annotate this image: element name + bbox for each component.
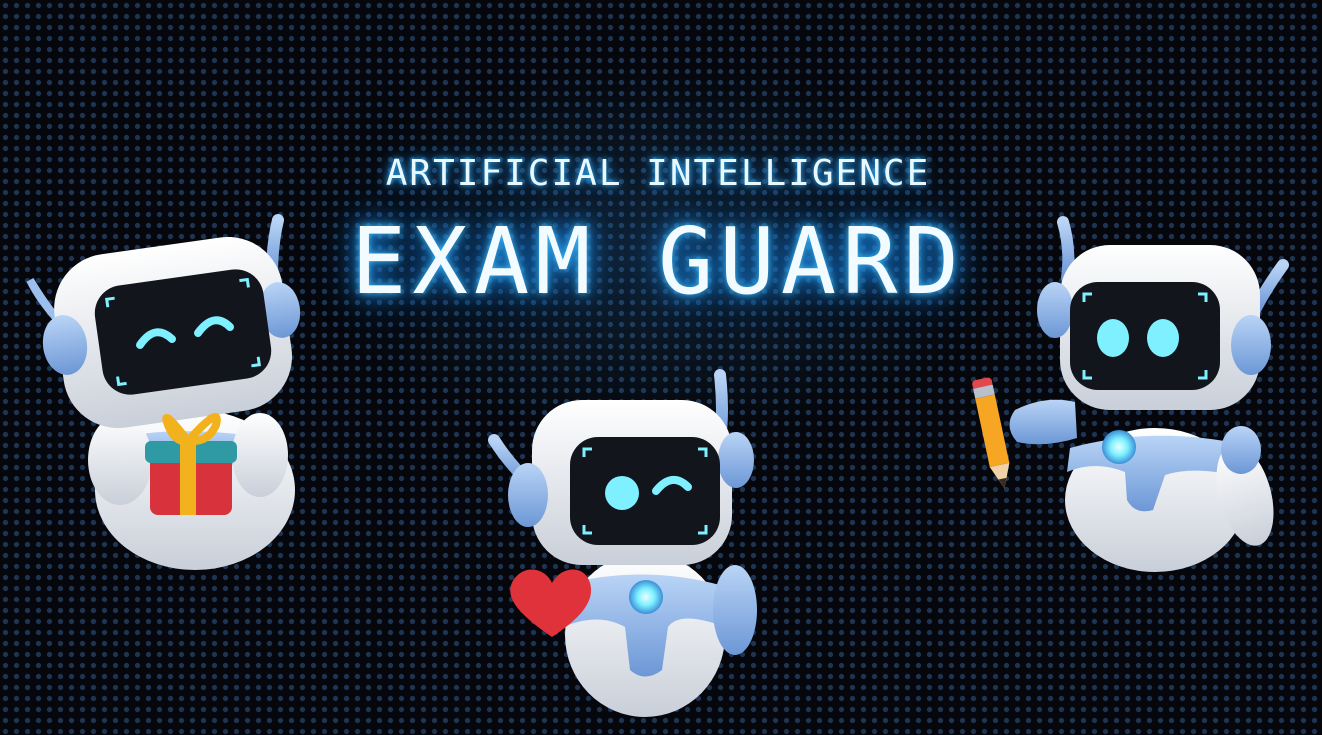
robot-with-gift: [26, 214, 301, 570]
page-title: EXAM GUARD: [351, 208, 965, 315]
robot-with-heart: [488, 369, 757, 717]
robot-with-pencil: [972, 216, 1289, 572]
pencil-icon: [972, 377, 1010, 489]
subtitle: ARTIFICIAL INTELLIGENCE: [385, 153, 931, 194]
